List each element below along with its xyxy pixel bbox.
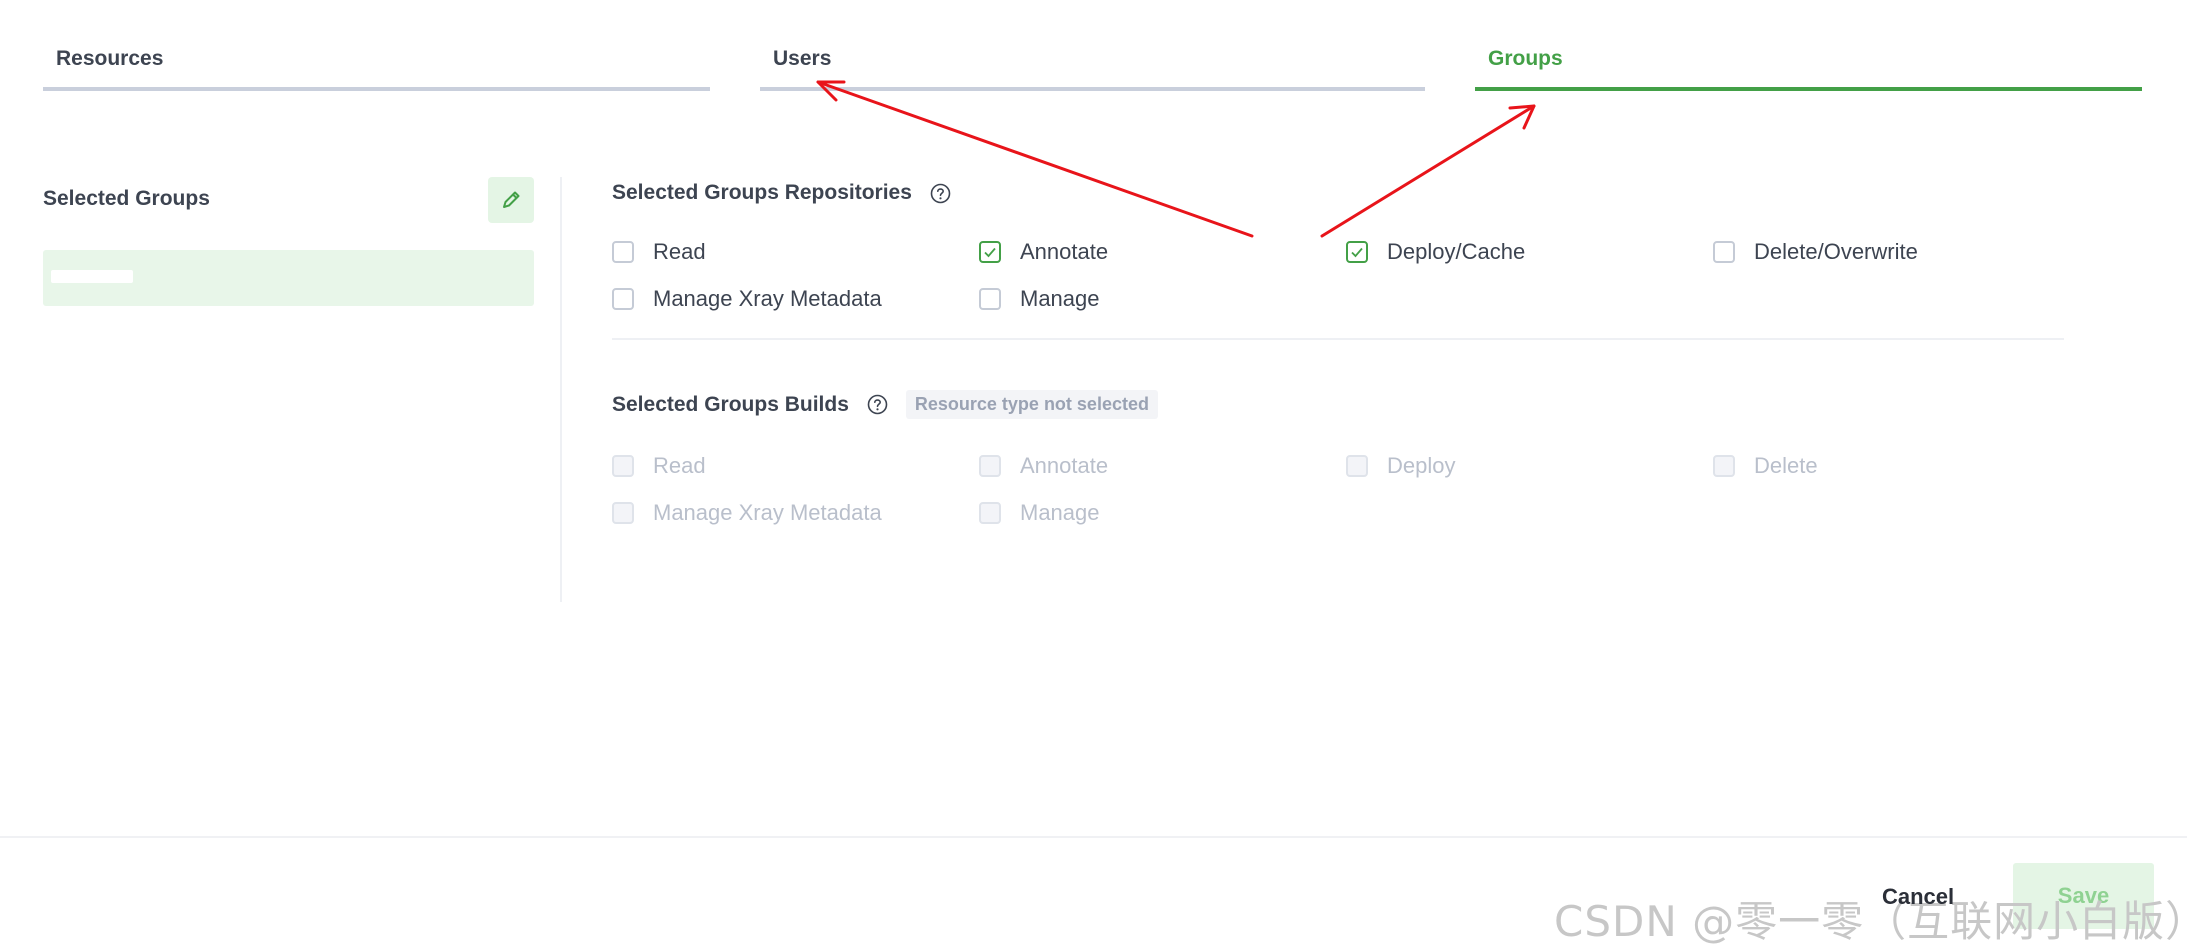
checkbox-box [1346,455,1368,477]
build-deploy-checkbox[interactable]: Deploy [1346,453,1455,479]
build-manage-checkbox[interactable]: Manage [979,500,1100,526]
checkbox-box [979,502,1001,524]
tab-resources[interactable]: Resources [43,0,710,95]
footer-divider [0,836,2187,838]
arrowhead [1508,104,1536,130]
repositories-section-title: Selected Groups Repositories [612,181,951,205]
resource-type-badge: Resource type not selected [905,390,1158,419]
tab-label: Users [773,47,832,70]
checkbox-box [612,288,634,310]
checkbox-label: Manage [1020,286,1100,311]
section-divider [612,338,2064,340]
repo-deploy-cache-checkbox[interactable]: Deploy/Cache [1346,239,1525,265]
question-circle-icon[interactable] [867,394,888,415]
checkbox-label: Read [653,239,706,264]
checkbox-label: Annotate [1020,239,1109,264]
selected-group-item[interactable] [43,250,534,306]
checkbox-box [979,288,1001,310]
question-circle-icon[interactable] [930,183,951,204]
repo-delete-overwrite-checkbox[interactable]: Delete/Overwrite [1713,239,1918,265]
tab-underline [760,87,1425,91]
builds-title-text: Selected Groups Builds [612,392,849,416]
checkbox-label: Manage [1020,500,1100,525]
arrow-to-groups-tab [1320,104,1536,238]
repo-manage-xray-metadata-checkbox[interactable]: Manage Xray Metadata [612,286,882,312]
build-read-checkbox[interactable]: Read [612,453,706,479]
checkbox-label: Annotate [1020,453,1109,478]
build-delete-checkbox[interactable]: Delete [1713,453,1818,479]
checkbox-label: Manage Xray Metadata [653,286,882,311]
repositories-title-text: Selected Groups Repositories [612,181,912,204]
csdn-watermark: CSDN @零一零（互联网小白版） [1554,897,2187,946]
tab-users[interactable]: Users [760,0,1425,95]
tab-groups[interactable]: Groups [1475,0,2142,95]
cancel-button[interactable]: Cancel [1882,884,1954,910]
checkbox-label: Deploy/Cache [1387,239,1526,264]
tab-label: Groups [1488,47,1563,70]
build-manage-xray-metadata-checkbox[interactable]: Manage Xray Metadata [612,500,882,526]
arrow-to-users-tab [816,80,1254,238]
checkbox-box [979,455,1001,477]
checkbox-box [1346,241,1368,263]
build-annotate-checkbox[interactable]: Annotate [979,453,1108,479]
check-icon [984,247,996,258]
redacted-group-name [51,270,133,283]
checkbox-label: Delete/Overwrite [1754,239,1918,264]
vertical-divider [560,177,562,602]
checkbox-box [612,455,634,477]
checkbox-label: Delete [1754,453,1818,478]
checkbox-box [979,241,1001,263]
check-icon [1351,247,1363,258]
checkbox-box [1713,241,1735,263]
checkbox-label: Manage Xray Metadata [653,500,882,525]
tab-underline [1475,87,2142,91]
checkbox-label: Deploy [1387,453,1456,478]
checkbox-box [612,502,634,524]
checkbox-box [612,241,634,263]
builds-section-title: Selected Groups Builds Resource type not… [612,390,1158,419]
pencil-icon [503,191,520,208]
tab-underline [43,87,710,91]
checkbox-label: Read [653,453,706,478]
repo-annotate-checkbox[interactable]: Annotate [979,239,1108,265]
checkbox-box [1713,455,1735,477]
repo-read-checkbox[interactable]: Read [612,239,706,265]
repo-manage-checkbox[interactable]: Manage [979,286,1100,312]
tab-label: Resources [56,47,164,70]
selected-groups-title: Selected Groups [43,187,210,210]
edit-groups-button[interactable] [488,177,534,223]
